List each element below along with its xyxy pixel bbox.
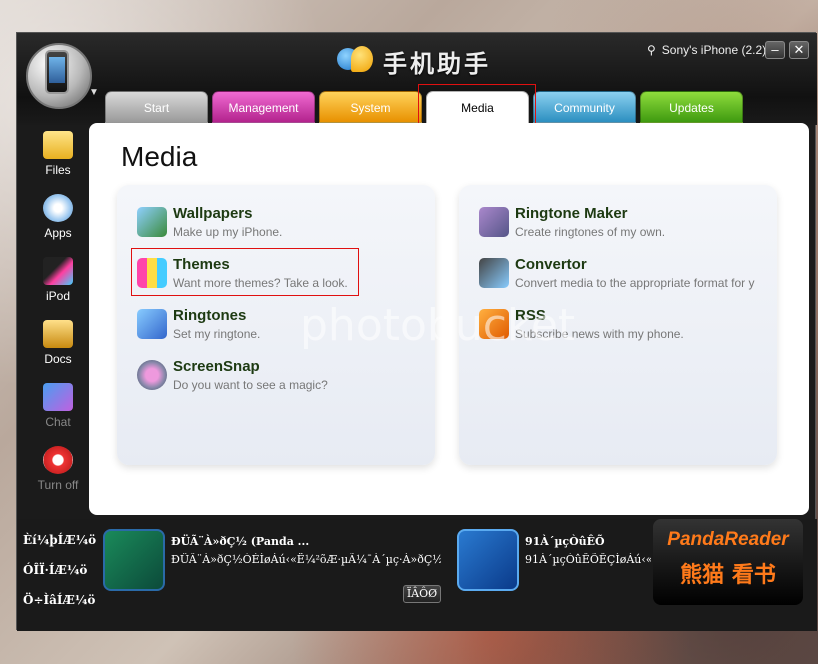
sidebar-item-ipod[interactable]: iPod — [25, 251, 91, 311]
chat-icon — [43, 383, 73, 411]
app-title: 手机助手 — [337, 45, 491, 78]
pandareader-name: PandaReader — [667, 529, 789, 550]
apps-cd-icon — [43, 194, 73, 222]
right-panel: Ringtone Maker Create ringtones of my ow… — [459, 185, 777, 465]
promo-desc: 91À´µçÒûÊÕÊÇÌøÁú‹«Ë — [525, 553, 651, 566]
sidebar-item-label: Chat — [45, 415, 71, 429]
tab-start[interactable]: Start — [105, 91, 208, 123]
item-name: RSS — [515, 307, 546, 324]
power-icon — [43, 446, 73, 474]
list-item-screensnap[interactable]: ScreenSnap Do you want to see a magic? — [137, 358, 433, 402]
promo-category-themes[interactable]: Ö÷ÌâÍÆ¼ö — [23, 589, 95, 619]
promo-categories: Èí¼þÍÆ¼ö ÓÎÏ·ÍÆ¼ö Ö÷ÌâÍÆ¼ö — [23, 529, 96, 619]
screensnap-icon — [137, 360, 167, 390]
item-name: Wallpapers — [173, 205, 253, 222]
usb-icon: ⚲ — [647, 43, 656, 57]
minimize-button[interactable]: – — [765, 41, 785, 59]
sidebar-item-turnoff[interactable]: Turn off — [25, 440, 91, 500]
rss-icon — [479, 309, 509, 339]
list-item-rss[interactable]: RSS Subscribe news with my phone. — [479, 307, 775, 351]
promo-category-games[interactable]: ÓÎÏ·ÍÆ¼ö — [23, 559, 93, 589]
tab-management[interactable]: Management — [212, 91, 315, 123]
promo-bar: Èí¼þÍÆ¼ö ÓÎÏ·ÍÆ¼ö Ö÷ÌâÍÆ¼ö ÐÜÃ¨À»ðÇ½ (Pa… — [17, 519, 817, 631]
pandareader-banner[interactable]: PandaReader 熊猫 看书 — [653, 519, 803, 605]
list-item-convertor[interactable]: Convertor Convert media to the appropria… — [479, 256, 775, 300]
folder-icon — [43, 131, 73, 159]
item-desc: Do you want to see a magic? — [173, 378, 328, 392]
music-note-icon — [479, 207, 509, 237]
91-call-icon — [457, 529, 519, 591]
sidebar: Files Apps iPod Docs Chat Turn off — [17, 125, 89, 513]
sidebar-item-files[interactable]: Files — [25, 125, 91, 185]
sidebar-item-label: Docs — [44, 352, 72, 366]
menu-arrow-icon[interactable]: ▼ — [89, 87, 99, 98]
sidebar-item-label: iPod — [45, 289, 71, 303]
ringtone-phone-icon — [137, 309, 167, 339]
download-button[interactable]: ÏÂÔØ — [403, 585, 441, 603]
item-name: Ringtone Maker — [515, 205, 628, 222]
themes-highlight — [131, 248, 359, 296]
sidebar-item-apps[interactable]: Apps — [25, 188, 91, 248]
device-name: Sony's iPhone (2.2) — [661, 43, 767, 57]
sidebar-item-docs[interactable]: Docs — [25, 314, 91, 374]
item-desc: Set my ringtone. — [173, 327, 261, 341]
device-indicator[interactable]: ⚲ Sony's iPhone (2.2) — [647, 43, 766, 57]
item-desc: Subscribe news with my phone. — [515, 327, 684, 341]
item-name: Ringtones — [173, 307, 247, 324]
tab-community[interactable]: Community — [533, 91, 636, 123]
promo-card-91[interactable]: 91À´µçÒûÊÕ 91À´µçÒûÊÕÊÇÌøÁú‹«Ë — [457, 529, 653, 599]
sidebar-item-chat[interactable]: Chat — [25, 377, 91, 437]
panda-firewall-icon — [103, 529, 165, 591]
main-content: Media Wallpapers Make up my iPhone. Them… — [89, 123, 809, 515]
item-desc: Convert media to the appropriate format … — [515, 276, 755, 290]
iphone-icon — [45, 50, 69, 94]
item-desc: Create ringtones of my own. — [515, 225, 666, 239]
wallpaper-icon — [137, 207, 167, 237]
promo-card-panda[interactable]: ÐÜÃ¨À»ðÇ½ (Panda ... ÐÜÃ¨À»ðÇ½ÒÉÌøÁú‹«Ë¼… — [103, 529, 447, 603]
pandareader-sub: 熊猫 看书 — [680, 563, 776, 588]
list-item-wallpapers[interactable]: Wallpapers Make up my iPhone. — [137, 205, 433, 249]
convertor-icon — [479, 258, 509, 288]
list-item-ringtone-maker[interactable]: Ringtone Maker Create ringtones of my ow… — [479, 205, 775, 249]
tab-system[interactable]: System — [319, 91, 422, 123]
app-window: ▼ 手机助手 ⚲ Sony's iPhone (2.2) – ✕ Start M… — [16, 32, 817, 631]
promo-category-software[interactable]: Èí¼þÍÆ¼ö — [23, 529, 96, 559]
item-name: ScreenSnap — [173, 358, 260, 375]
list-item-ringtones[interactable]: Ringtones Set my ringtone. — [137, 307, 433, 351]
page-title: Media — [121, 141, 198, 172]
promo-title: 91À´µçÒûÊÕ — [525, 535, 605, 548]
promo-title: ÐÜÃ¨À»ðÇ½ (Panda ... — [171, 535, 310, 548]
app-mark-icon — [337, 46, 375, 76]
tab-updates[interactable]: Updates — [640, 91, 743, 123]
left-panel: Wallpapers Make up my iPhone. Themes Wan… — [117, 185, 435, 465]
item-name: Convertor — [515, 256, 587, 273]
docs-icon — [43, 320, 73, 348]
item-desc: Make up my iPhone. — [173, 225, 283, 239]
sidebar-item-label: Apps — [44, 226, 72, 240]
close-button[interactable]: ✕ — [789, 41, 809, 59]
sidebar-item-label: Files — [45, 163, 71, 177]
ipod-icon — [43, 257, 73, 285]
app-title-text: 手机助手 — [383, 49, 491, 78]
sidebar-item-label: Turn off — [37, 478, 79, 492]
promo-desc: ÐÜÃ¨À»ðÇ½ÒÉÌøÁú‹«Ë¼²õÆ·µÃ¼¯À´µç·À»ðÇ½°Í.… — [171, 553, 441, 566]
